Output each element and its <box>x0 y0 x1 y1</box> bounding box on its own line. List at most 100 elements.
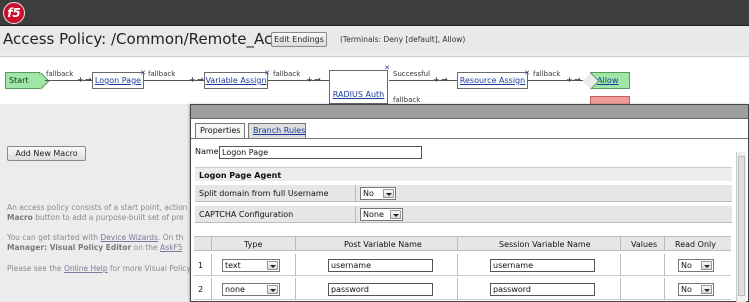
node-resource-assign[interactable]: Resource Assign ✕ <box>457 69 530 89</box>
scrollbar-thumb[interactable] <box>738 156 745 296</box>
column-divider <box>295 254 296 276</box>
branch-label: Successful <box>393 70 431 78</box>
node-variable-assign[interactable]: Variable Assign ✕ <box>204 69 270 89</box>
help-bold: Macro <box>7 213 33 222</box>
branch-label: fallback <box>46 70 74 78</box>
close-icon[interactable]: ✕ <box>524 66 530 81</box>
node-label[interactable]: Variable Assign <box>205 76 266 85</box>
column-divider <box>295 237 296 251</box>
page-title: Access Policy: /Common/Remote_Access <box>3 30 306 48</box>
arrow-icon: → <box>85 75 92 84</box>
help-text: You can get started with Device Wizards.… <box>7 233 183 242</box>
dialog-scrollbar[interactable] <box>736 152 746 302</box>
tab-branch-rules[interactable]: Branch Rules <box>248 123 306 139</box>
arrow-icon: → <box>314 75 321 84</box>
select-value: No <box>363 189 374 198</box>
select-value: None <box>363 210 384 219</box>
post-variable-input[interactable]: username <box>328 259 433 272</box>
arrow-icon: → <box>441 75 448 84</box>
help-text-b: . On th <box>157 233 184 242</box>
column-header-session-variable: Session Variable Name <box>499 240 591 249</box>
column-header-read-only: Read Only <box>675 240 716 249</box>
add-item-icon[interactable]: + <box>306 75 313 84</box>
help-text: Please see the Online Help for more Visu… <box>7 264 191 273</box>
read-only-select[interactable]: No <box>678 259 714 272</box>
close-icon[interactable]: ✕ <box>384 64 390 72</box>
chevron-down-icon[interactable] <box>701 261 712 270</box>
column-divider <box>620 278 621 300</box>
column-header-values: Values <box>631 240 658 249</box>
arrow-icon: → <box>197 75 204 84</box>
select-value: none <box>225 285 245 294</box>
read-only-select[interactable]: No <box>678 283 714 296</box>
column-divider <box>355 185 356 202</box>
select-value: No <box>681 261 692 270</box>
column-divider <box>211 237 212 251</box>
session-variable-input[interactable]: password <box>490 283 595 296</box>
post-variable-input[interactable]: password <box>328 283 433 296</box>
column-header-post-variable: Post Variable Name <box>344 240 422 249</box>
chevron-down-icon[interactable] <box>267 285 278 294</box>
node-label[interactable]: Resource Assign <box>460 76 525 85</box>
node-label[interactable]: Logon Page <box>95 76 141 85</box>
help-text: Macro button to add a purpose-built set … <box>7 213 184 222</box>
split-domain-select[interactable]: No <box>360 187 396 200</box>
branch-label: fallback <box>533 70 561 78</box>
help-bold: Manager: Visual Policy Editor <box>7 243 132 252</box>
close-icon[interactable]: ✕ <box>264 66 270 81</box>
column-divider <box>295 278 296 300</box>
add-item-icon[interactable]: + <box>433 75 440 84</box>
ending-allow[interactable]: Allow <box>590 72 630 89</box>
column-divider <box>620 254 621 276</box>
help-text-rest: button to add a purpose-built set of pre <box>32 213 184 222</box>
add-item-icon[interactable]: + <box>77 75 84 84</box>
f5-logo-icon: f5 <box>3 2 25 24</box>
dialog-titlebar[interactable] <box>191 105 748 119</box>
column-divider <box>620 237 621 251</box>
top-bar: f5 <box>0 0 749 26</box>
online-help-link[interactable]: Online Help <box>64 264 108 273</box>
column-divider <box>664 237 665 251</box>
branch-label: fallback <box>393 96 421 104</box>
table-row: 2 none password password No <box>194 278 731 300</box>
tab-divider <box>191 138 748 139</box>
start-node: Start <box>5 72 40 89</box>
column-divider <box>211 254 212 276</box>
column-divider <box>664 254 665 276</box>
node-logon-page[interactable]: Logon Page ✕ <box>92 69 146 89</box>
column-divider <box>664 278 665 300</box>
help-text: An access policy consists of a start poi… <box>7 203 188 212</box>
chevron-down-icon[interactable] <box>701 285 712 294</box>
add-item-icon[interactable]: + <box>566 75 573 84</box>
askf5-link[interactable]: AskF5 <box>160 243 182 252</box>
tab-properties[interactable]: Properties <box>195 123 245 139</box>
add-new-macro-button[interactable]: Add New Macro <box>7 146 86 161</box>
property-row: Split domain from full Username No <box>195 185 732 202</box>
property-label: CAPTCHA Configuration <box>199 210 294 219</box>
edit-endings-button[interactable]: Edit Endings <box>271 32 327 47</box>
add-item-icon[interactable]: + <box>189 75 196 84</box>
node-label[interactable]: RADIUS Auth <box>330 90 387 99</box>
column-divider <box>457 278 458 300</box>
close-icon[interactable]: ✕ <box>140 66 146 81</box>
type-select[interactable]: text <box>222 259 280 272</box>
name-field[interactable]: Logon Page <box>219 146 422 159</box>
chevron-down-icon[interactable] <box>383 189 394 198</box>
chevron-down-icon[interactable] <box>390 210 401 219</box>
terminals-info: (Terminals: Deny [default], Allow) <box>340 35 466 44</box>
column-divider <box>355 206 356 223</box>
column-divider <box>457 237 458 251</box>
device-wizards-link[interactable]: Device Wizards <box>100 233 158 242</box>
session-variable-input[interactable]: username <box>490 259 595 272</box>
type-select[interactable]: none <box>222 283 280 296</box>
node-radius-auth[interactable]: RADIUS Auth ✕ <box>329 64 390 104</box>
column-header-type: Type <box>244 240 263 249</box>
chevron-down-icon[interactable] <box>267 261 278 270</box>
captcha-select[interactable]: None <box>360 208 403 221</box>
help-text-a: You can get started with <box>7 233 101 242</box>
branch-label: fallback <box>148 70 176 78</box>
property-row: CAPTCHA Configuration None <box>195 206 732 223</box>
help-text-b: for more Visual Policy <box>107 264 191 273</box>
name-label: Name: <box>195 147 222 156</box>
property-label: Split domain from full Username <box>199 189 329 198</box>
